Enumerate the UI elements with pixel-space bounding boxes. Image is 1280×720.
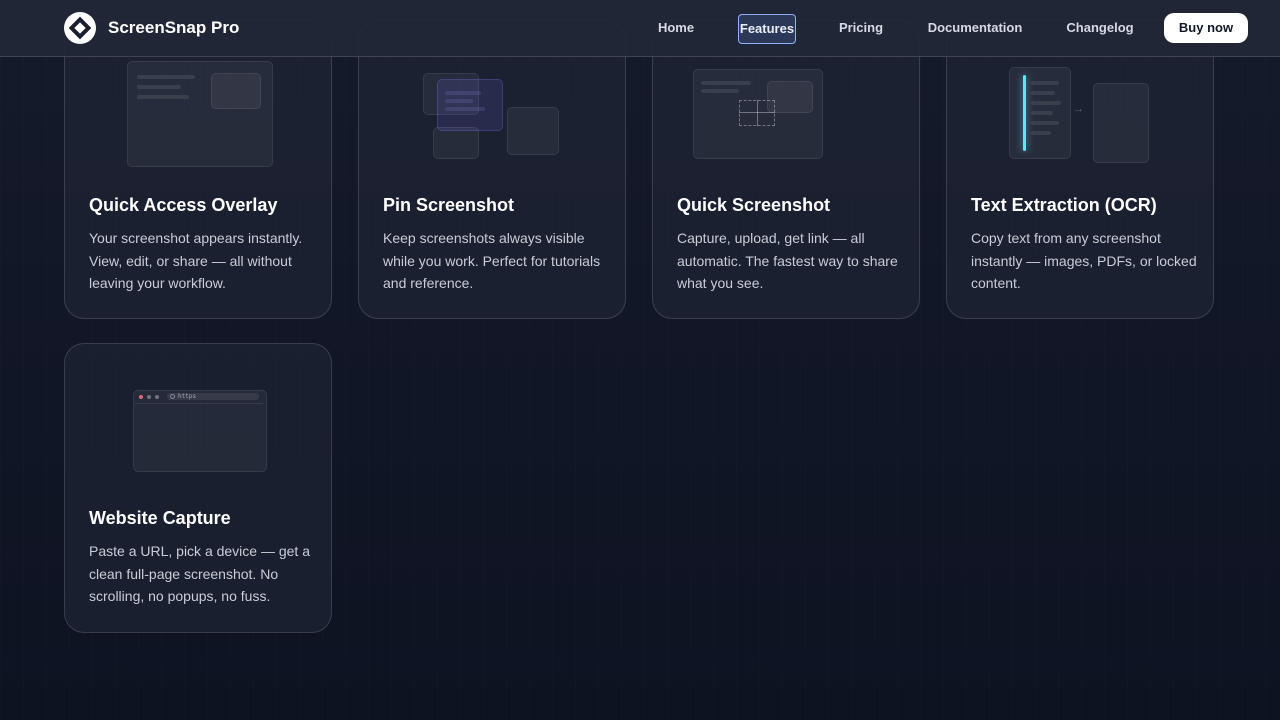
feature-card-quick-access-overlay[interactable]: Quick Access Overlay Your screenshot app…	[64, 20, 332, 319]
nav-documentation[interactable]: Documentation	[926, 14, 1024, 42]
card-description: Paste a URL, pick a device — get a clean…	[89, 543, 310, 604]
feature-card-website-capture[interactable]: https Website Capture Paste a URL, pick …	[64, 343, 332, 633]
nav-pricing[interactable]: Pricing	[836, 14, 886, 42]
window-dot-icon	[155, 395, 159, 399]
browser-illustration: https	[133, 390, 267, 472]
nav-changelog[interactable]: Changelog	[1064, 14, 1136, 42]
window-dot-icon	[139, 395, 143, 399]
window-dot-icon	[147, 395, 151, 399]
card-description: Capture, upload, get link — all automati…	[677, 230, 898, 291]
card-title: Quick Access Overlay	[89, 195, 278, 215]
overlay-illustration	[127, 61, 273, 167]
url-bar: https	[167, 393, 259, 400]
feature-card-pin-screenshot[interactable]: Pin Screenshot Keep screenshots always v…	[358, 20, 626, 319]
pin-illustration	[421, 71, 563, 163]
ocr-illustration: →	[1009, 67, 1153, 167]
crosshair-illustration	[693, 69, 825, 161]
url-text: https	[178, 393, 197, 400]
card-title: Website Capture	[89, 508, 231, 528]
card-title: Quick Screenshot	[677, 195, 831, 215]
card-title: Text Extraction (OCR)	[971, 195, 1157, 215]
feature-card-quick-screenshot[interactable]: Quick Screenshot Capture, upload, get li…	[652, 20, 920, 319]
feature-card-text-extraction[interactable]: → Text Extraction (OCR) Copy text from a…	[946, 20, 1214, 319]
brand-logo-icon[interactable]	[64, 12, 96, 44]
card-description: Keep screenshots always visible while yo…	[383, 230, 601, 291]
card-title: Pin Screenshot	[383, 195, 515, 215]
nav-home[interactable]: Home	[652, 14, 700, 42]
globe-icon	[170, 394, 175, 399]
top-navbar: ScreenSnap Pro Home Features Pricing Doc…	[0, 0, 1280, 57]
brand-name[interactable]: ScreenSnap Pro	[108, 17, 239, 39]
buy-now-button[interactable]: Buy now	[1164, 13, 1248, 43]
card-description: Your screenshot appears instantly. View,…	[89, 230, 303, 291]
card-description: Copy text from any screenshot instantly …	[971, 230, 1197, 291]
nav-features[interactable]: Features	[738, 14, 796, 44]
